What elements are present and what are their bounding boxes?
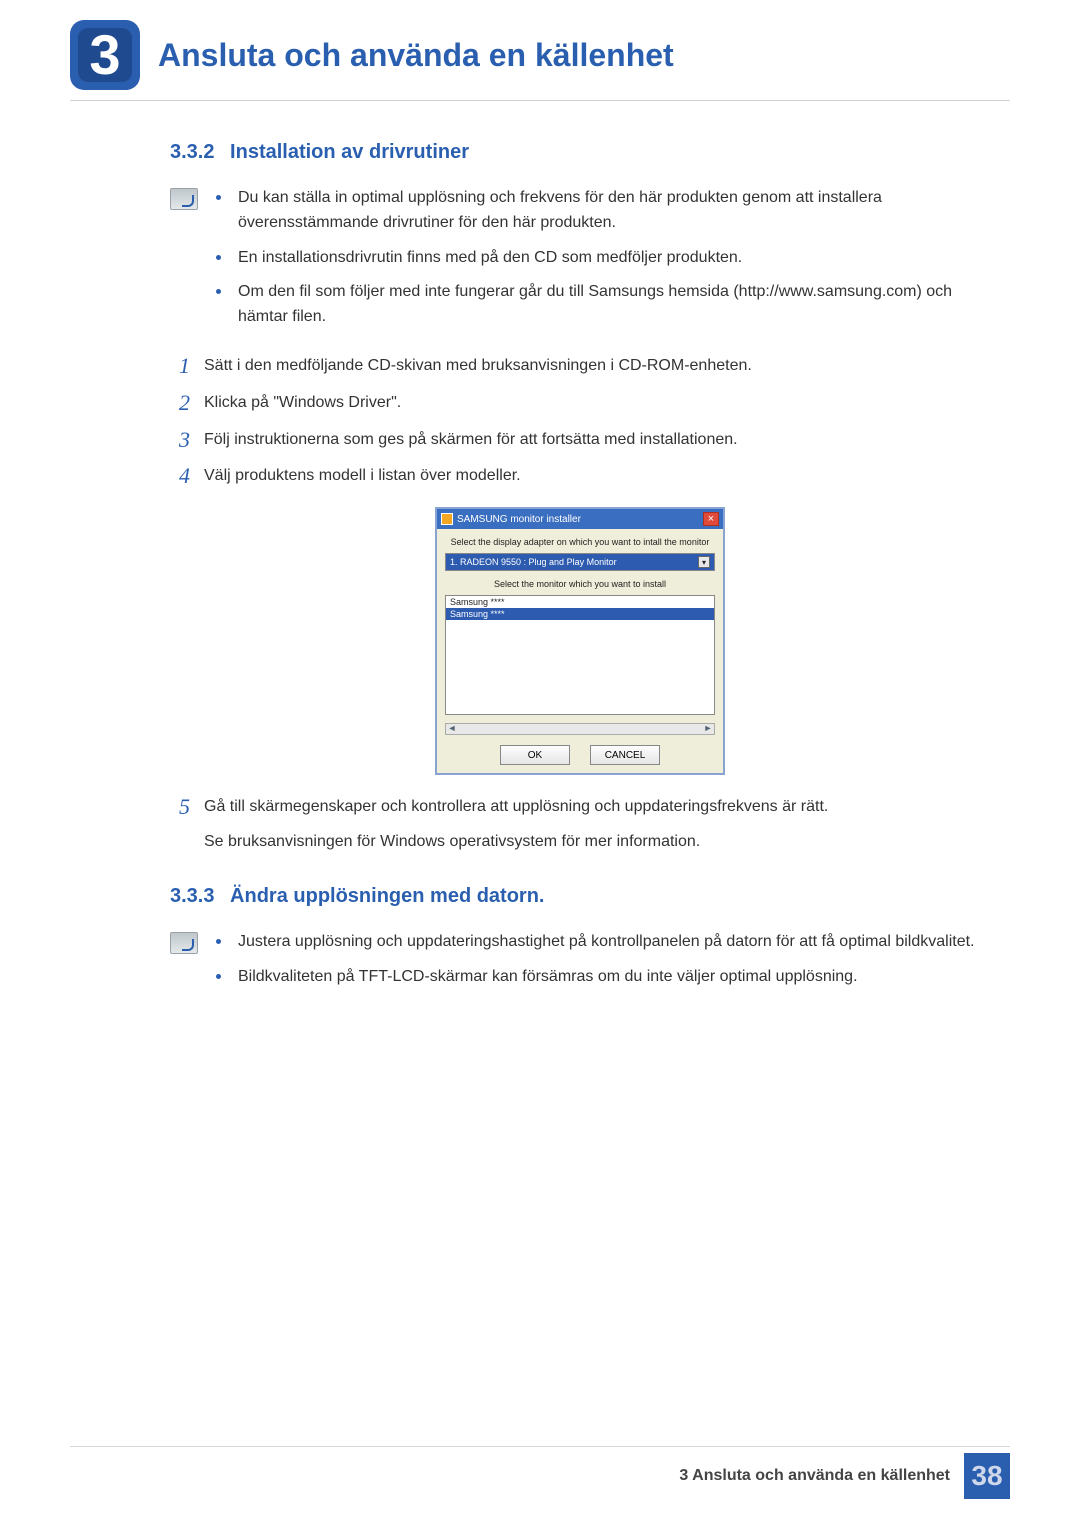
note-item: Bildkvaliteten på TFT-LCD-skärmar kan fö… (216, 965, 990, 990)
note-block-332: Du kan ställa in optimal upplösning och … (170, 186, 990, 340)
steps-list-continued: 5 Gå till skärmegenskaper och kontroller… (170, 795, 990, 855)
chapter-badge: 3 (70, 20, 140, 90)
list-item[interactable]: Samsung **** (446, 596, 714, 608)
step-number: 3 (170, 428, 190, 452)
chapter-number: 3 (89, 27, 120, 83)
step-item: 4 Välj produktens modell i listan över m… (170, 464, 990, 489)
chapter-title: Ansluta och använda en källenhet (158, 37, 674, 74)
step-text: Klicka på "Windows Driver". (204, 391, 990, 416)
page-footer: 3 Ansluta och använda en källenhet 38 (679, 1453, 1010, 1499)
step-text: Välj produktens modell i listan över mod… (204, 464, 990, 489)
section-number: 3.3.2 (170, 141, 214, 163)
horizontal-scrollbar[interactable]: ◄ ► (445, 723, 715, 735)
adapter-select-value: 1. RADEON 9550 : Plug and Play Monitor (450, 557, 617, 567)
installer-window-icon (441, 513, 453, 525)
page-content: 3.3.2 Installation av drivrutiner Du kan… (70, 141, 1010, 999)
adapter-select[interactable]: 1. RADEON 9550 : Plug and Play Monitor ▾ (445, 553, 715, 571)
note-list-332: Du kan ställa in optimal upplösning och … (216, 186, 990, 340)
section-number: 3.3.3 (170, 885, 214, 907)
step-text: Följ instruktionerna som ges på skärmen … (204, 428, 990, 453)
step-text-sub: Se bruksanvisningen för Windows operativ… (204, 830, 990, 855)
installer-label-adapter: Select the display adapter on which you … (445, 537, 715, 547)
step-number: 1 (170, 354, 190, 378)
note-icon (170, 188, 198, 210)
installer-dialog: SAMSUNG monitor installer × Select the d… (435, 507, 725, 775)
page-number: 38 (971, 1460, 1002, 1492)
step-number: 4 (170, 464, 190, 488)
footer-divider (70, 1446, 1010, 1447)
installer-title-left: SAMSUNG monitor installer (441, 513, 581, 525)
section-title: Installation av drivrutiner (230, 141, 469, 163)
list-item-selected[interactable]: Samsung **** (446, 608, 714, 620)
close-icon[interactable]: × (703, 512, 719, 526)
note-list-333: Justera upplösning och uppdateringshasti… (216, 930, 990, 1000)
scroll-left-icon[interactable]: ◄ (446, 724, 458, 734)
installer-title-text: SAMSUNG monitor installer (457, 514, 581, 525)
cancel-button[interactable]: CANCEL (590, 745, 660, 765)
page-number-box: 38 (964, 1453, 1010, 1499)
note-item: Justera upplösning och uppdateringshasti… (216, 930, 990, 955)
chapter-header: 3 Ansluta och använda en källenhet (70, 20, 1010, 101)
section-heading-333: 3.3.3 Ändra upplösningen med datorn. (170, 885, 990, 908)
step-number: 5 (170, 795, 190, 819)
scroll-right-icon[interactable]: ► (702, 724, 714, 734)
installer-body: Select the display adapter on which you … (437, 529, 723, 773)
step-text-main: Gå till skärmegenskaper och kontrollera … (204, 798, 828, 815)
installer-button-row: OK CANCEL (445, 745, 715, 765)
note-item: En installationsdrivrutin finns med på d… (216, 246, 990, 271)
section-title: Ändra upplösningen med datorn. (230, 885, 544, 907)
step-number: 2 (170, 391, 190, 415)
note-icon (170, 932, 198, 954)
step-item: 2 Klicka på "Windows Driver". (170, 391, 990, 416)
steps-list: 1 Sätt i den medföljande CD-skivan med b… (170, 354, 990, 489)
footer-text: 3 Ansluta och använda en källenhet (679, 1467, 950, 1485)
note-item: Du kan ställa in optimal upplösning och … (216, 186, 990, 236)
chevron-down-icon[interactable]: ▾ (698, 556, 710, 568)
installer-titlebar: SAMSUNG monitor installer × (437, 509, 723, 529)
note-block-333: Justera upplösning och uppdateringshasti… (170, 930, 990, 1000)
step-text: Gå till skärmegenskaper och kontrollera … (204, 795, 990, 855)
ok-button[interactable]: OK (500, 745, 570, 765)
note-item: Om den fil som följer med inte fungerar … (216, 280, 990, 330)
installer-label-monitor: Select the monitor which you want to ins… (445, 579, 715, 589)
monitor-list[interactable]: Samsung **** Samsung **** (445, 595, 715, 715)
step-text: Sätt i den medföljande CD-skivan med bru… (204, 354, 990, 379)
section-heading-332: 3.3.2 Installation av drivrutiner (170, 141, 990, 164)
step-item: 5 Gå till skärmegenskaper och kontroller… (170, 795, 990, 855)
step-item: 1 Sätt i den medföljande CD-skivan med b… (170, 354, 990, 379)
step-item: 3 Följ instruktionerna som ges på skärme… (170, 428, 990, 453)
manual-page: 3 Ansluta och använda en källenhet 3.3.2… (0, 0, 1080, 1527)
chapter-badge-inner: 3 (78, 28, 132, 82)
